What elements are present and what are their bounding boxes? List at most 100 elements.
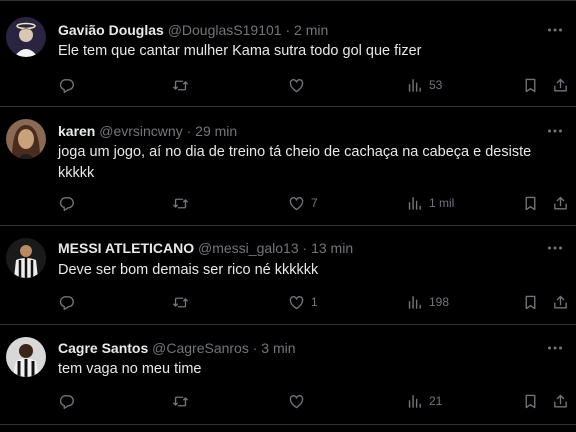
share-icon — [554, 394, 567, 407]
user-handle[interactable]: @messi_galo13 — [198, 240, 299, 256]
timeline-feed: Gavião Douglas @DouglasS19101 · 2 min El… — [0, 0, 576, 432]
tweet-text-line: tem vaga no meu time — [58, 361, 202, 377]
timestamp[interactable]: 2 min — [294, 22, 328, 38]
reply-button[interactable] — [58, 192, 81, 214]
avatar[interactable] — [6, 238, 46, 278]
share-icon — [554, 196, 567, 209]
bookmark-button[interactable] — [522, 74, 539, 96]
views-icon — [408, 394, 421, 408]
display-name[interactable]: Cagre Santos — [58, 340, 148, 356]
tweet-header: Gavião Douglas @DouglasS19101 · 2 min — [58, 21, 536, 39]
avatar[interactable] — [6, 119, 46, 159]
retweet-button[interactable] — [172, 390, 195, 412]
avatar-image — [6, 238, 46, 278]
reply-button[interactable] — [58, 291, 81, 313]
tweet-text-line: Ele tem que cantar mulher Kama sutra tod… — [58, 43, 422, 59]
retweet-icon — [173, 198, 188, 208]
tweet-text-line: joga um jogo, aí no dia de treino tá che… — [58, 144, 532, 160]
retweet-button[interactable] — [172, 291, 195, 313]
bookmark-button[interactable] — [522, 291, 539, 313]
tweet-header: karen @evrsincwny · 29 min — [58, 122, 536, 140]
views-icon — [408, 78, 421, 92]
like-icon — [289, 394, 304, 408]
avatar-image — [6, 337, 46, 377]
display-name[interactable]: Gavião Douglas — [58, 22, 164, 38]
separator-dot: · — [285, 22, 291, 38]
bookmark-icon — [525, 394, 536, 408]
tweet-actions: 1 198 — [58, 291, 576, 313]
tweet-text-line: kkkkk — [58, 165, 95, 181]
reply-button[interactable] — [58, 390, 81, 412]
views-count: 53 — [429, 78, 443, 92]
tweet[interactable]: MESSI ATLETICANO @messi_galo13 · 13 min … — [0, 226, 576, 325]
avatar-image — [6, 119, 46, 159]
like-icon — [289, 295, 304, 309]
retweet-button[interactable] — [172, 192, 195, 214]
views-button[interactable]: 21 — [406, 390, 442, 412]
retweet-icon — [173, 297, 188, 307]
share-button[interactable] — [552, 390, 569, 412]
reply-icon — [59, 394, 74, 409]
share-icon — [554, 295, 567, 308]
user-handle[interactable]: @DouglasS19101 — [168, 22, 282, 38]
display-name[interactable]: karen — [58, 123, 95, 139]
like-count: 7 — [311, 196, 318, 210]
like-button[interactable]: 7 — [288, 192, 318, 214]
share-icon — [554, 78, 567, 91]
more-icon[interactable] — [546, 122, 564, 140]
views-count: 198 — [429, 295, 450, 309]
reply-icon — [59, 295, 74, 310]
timestamp[interactable]: 3 min — [261, 340, 295, 356]
tweet-text-line: Deve ser bom demais ser rico né kkkkkk — [58, 262, 319, 278]
like-button[interactable] — [288, 74, 311, 96]
tweet-text: tem vaga no meu time — [58, 359, 556, 380]
share-button[interactable] — [552, 192, 569, 214]
tweet-header: MESSI ATLETICANO @messi_galo13 · 13 min — [58, 239, 536, 257]
more-icon[interactable] — [546, 21, 564, 39]
views-count: 21 — [429, 394, 443, 408]
tweet-header: Cagre Santos @CagreSanros · 3 min — [58, 339, 536, 357]
like-icon — [289, 78, 304, 92]
bookmark-button[interactable] — [522, 192, 539, 214]
more-icon[interactable] — [546, 339, 564, 357]
share-button[interactable] — [552, 74, 569, 96]
reply-button[interactable] — [58, 74, 81, 96]
views-button[interactable]: 53 — [406, 74, 442, 96]
tweet-text: Deve ser bom demais ser rico né kkkkkk — [58, 260, 556, 281]
user-handle[interactable]: @evrsincwny — [99, 123, 182, 139]
timestamp[interactable]: 29 min — [195, 123, 237, 139]
separator-dot: · — [302, 240, 308, 256]
more-icon[interactable] — [546, 239, 564, 257]
views-button[interactable]: 198 — [406, 291, 449, 313]
tweet[interactable]: karen @evrsincwny · 29 min joga um jogo,… — [0, 107, 576, 226]
bookmark-icon — [525, 78, 536, 92]
separator-dot: · — [252, 340, 258, 356]
views-icon — [408, 295, 421, 309]
like-button[interactable]: 1 — [288, 291, 318, 313]
bookmark-icon — [525, 196, 536, 210]
tweet-text: joga um jogo, aí no dia de treino tá che… — [58, 142, 556, 184]
like-icon — [289, 196, 304, 210]
avatar-image — [6, 17, 46, 57]
tweet-actions: 7 1 mil — [58, 192, 576, 214]
share-button[interactable] — [552, 291, 569, 313]
user-handle[interactable]: @CagreSanros — [152, 340, 249, 356]
avatar[interactable] — [6, 17, 46, 57]
tweet-actions: 21 — [58, 390, 576, 412]
timestamp[interactable]: 13 min — [311, 240, 353, 256]
tweet-text: Ele tem que cantar mulher Kama sutra tod… — [58, 41, 556, 62]
like-count: 1 — [311, 295, 318, 309]
avatar[interactable] — [6, 337, 46, 377]
views-count: 1 mil — [429, 196, 455, 210]
reply-icon — [59, 196, 74, 211]
views-icon — [408, 196, 421, 210]
bookmark-button[interactable] — [522, 390, 539, 412]
tweet[interactable]: Gavião Douglas @DouglasS19101 · 2 min El… — [0, 1, 576, 107]
separator-dot: · — [186, 123, 192, 139]
views-button[interactable]: 1 mil — [406, 192, 454, 214]
retweet-icon — [173, 396, 188, 406]
tweet[interactable]: Cagre Santos @CagreSanros · 3 min tem va… — [0, 325, 576, 425]
retweet-button[interactable] — [172, 74, 195, 96]
like-button[interactable] — [288, 390, 311, 412]
display-name[interactable]: MESSI ATLETICANO — [58, 240, 194, 256]
